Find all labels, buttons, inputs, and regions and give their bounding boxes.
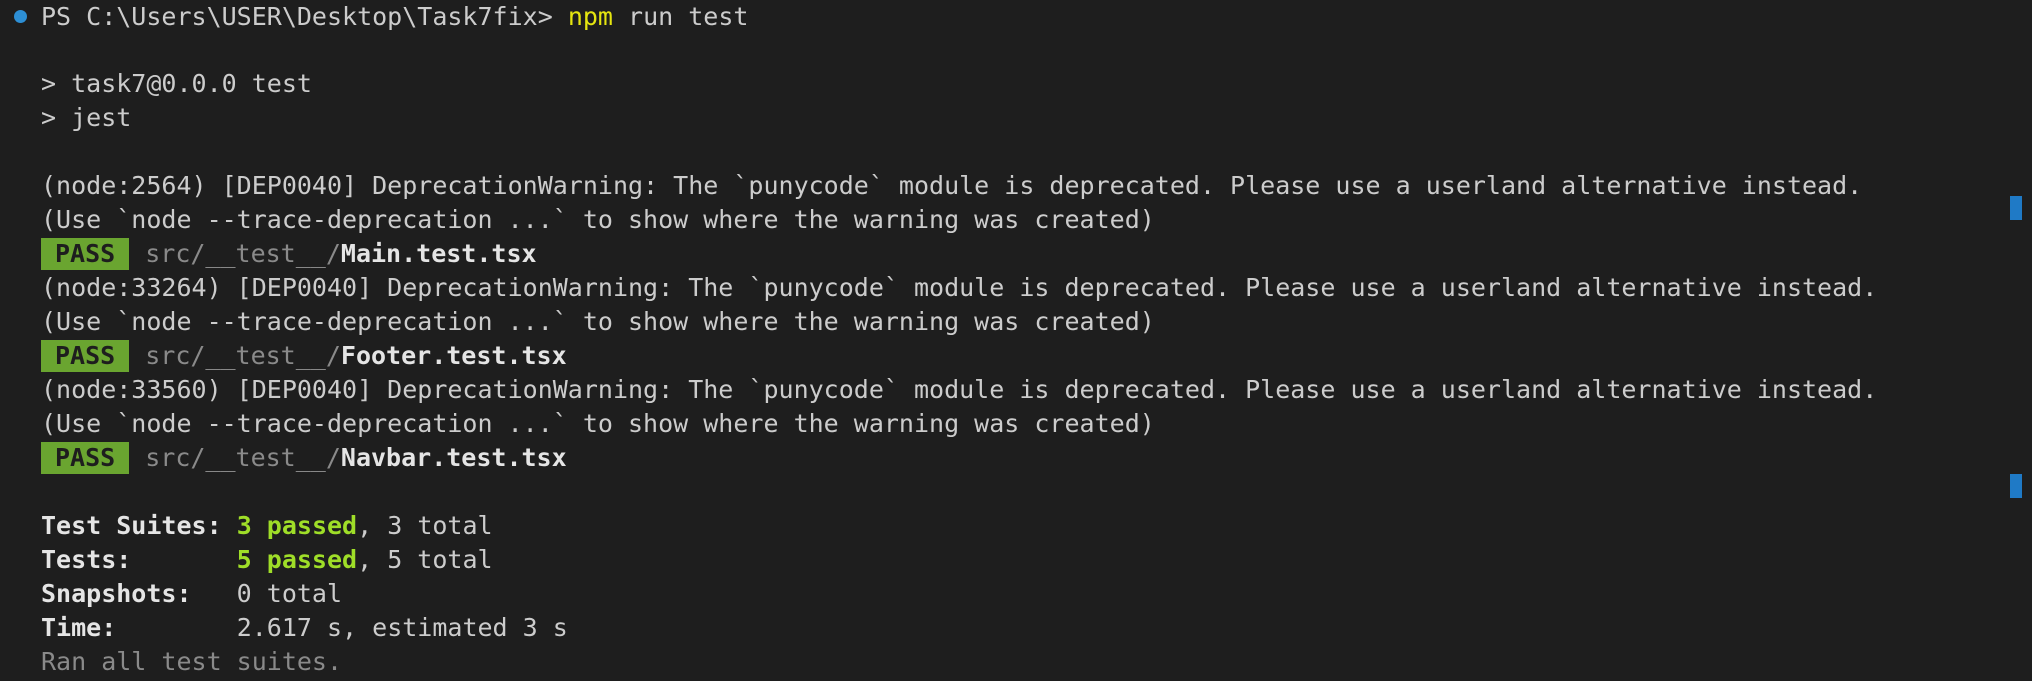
scrollbar-marker[interactable] xyxy=(2010,196,2022,220)
trace-hint: (Use `node --trace-deprecation ...` to s… xyxy=(41,205,1155,234)
test-file-dir: src/__test__/ xyxy=(145,239,341,268)
pass-badge: PASS xyxy=(41,442,130,474)
deprecation-warning: (node:2564) [DEP0040] DeprecationWarning… xyxy=(41,171,1863,200)
test-result-line: PASS src/__test__/Navbar.test.tsx xyxy=(41,441,567,475)
command-name: npm xyxy=(567,2,613,31)
summary-value: 2.617 s, estimated 3 s xyxy=(236,613,568,642)
terminal-panel[interactable]: PS C:\Users\USER\Desktop\Task7fix> npm r… xyxy=(0,0,2032,681)
test-file-name: Main.test.tsx xyxy=(340,239,537,268)
prompt-line: PS C:\Users\USER\Desktop\Task7fix> npm r… xyxy=(41,0,748,34)
scrollbar-marker[interactable] xyxy=(2010,474,2022,498)
deprecation-warning: (node:33264) [DEP0040] DeprecationWarnin… xyxy=(41,273,1878,302)
test-file-dir: src/__test__/ xyxy=(145,341,341,370)
trace-hint: (Use `node --trace-deprecation ...` to s… xyxy=(41,409,1155,438)
test-result-line: PASS src/__test__/Footer.test.tsx xyxy=(41,339,567,373)
prompt-status-dot-icon xyxy=(14,10,27,23)
summary-label: Tests: xyxy=(41,545,132,574)
pass-badge: PASS xyxy=(41,340,130,372)
summary-test-suites: Test Suites: 3 passed, 3 total xyxy=(41,509,493,543)
summary-total: , 5 total xyxy=(357,545,493,574)
summary-time: Time: 2.617 s, estimated 3 s xyxy=(41,611,568,645)
deprecation-warning: (node:33560) [DEP0040] DeprecationWarnin… xyxy=(41,375,1878,404)
summary-label: Time: xyxy=(41,613,117,642)
test-file-dir: src/__test__/ xyxy=(145,443,341,472)
summary-snapshots: Snapshots: 0 total xyxy=(41,577,342,611)
script-line-1: > task7@0.0.0 test xyxy=(41,69,312,98)
prompt-path: PS C:\Users\USER\Desktop\Task7fix> xyxy=(41,2,553,31)
trace-hint: (Use `node --trace-deprecation ...` to s… xyxy=(41,307,1155,336)
summary-passed: 3 passed xyxy=(236,511,358,540)
script-line-2: > jest xyxy=(41,103,132,132)
test-file-name: Footer.test.tsx xyxy=(340,341,567,370)
summary-label: Snapshots: xyxy=(41,579,192,608)
summary-tests: Tests: 5 passed, 5 total xyxy=(41,543,493,577)
summary-footer: Ran all test suites. xyxy=(41,647,343,676)
summary-total: , 3 total xyxy=(357,511,493,540)
pass-badge: PASS xyxy=(41,238,130,270)
command-args: run test xyxy=(628,2,749,31)
summary-value: 0 total xyxy=(236,579,343,608)
test-file-name: Navbar.test.tsx xyxy=(340,443,567,472)
summary-passed: 5 passed xyxy=(236,545,358,574)
summary-label: Test Suites: xyxy=(41,511,222,540)
test-result-line: PASS src/__test__/Main.test.tsx xyxy=(41,237,537,271)
